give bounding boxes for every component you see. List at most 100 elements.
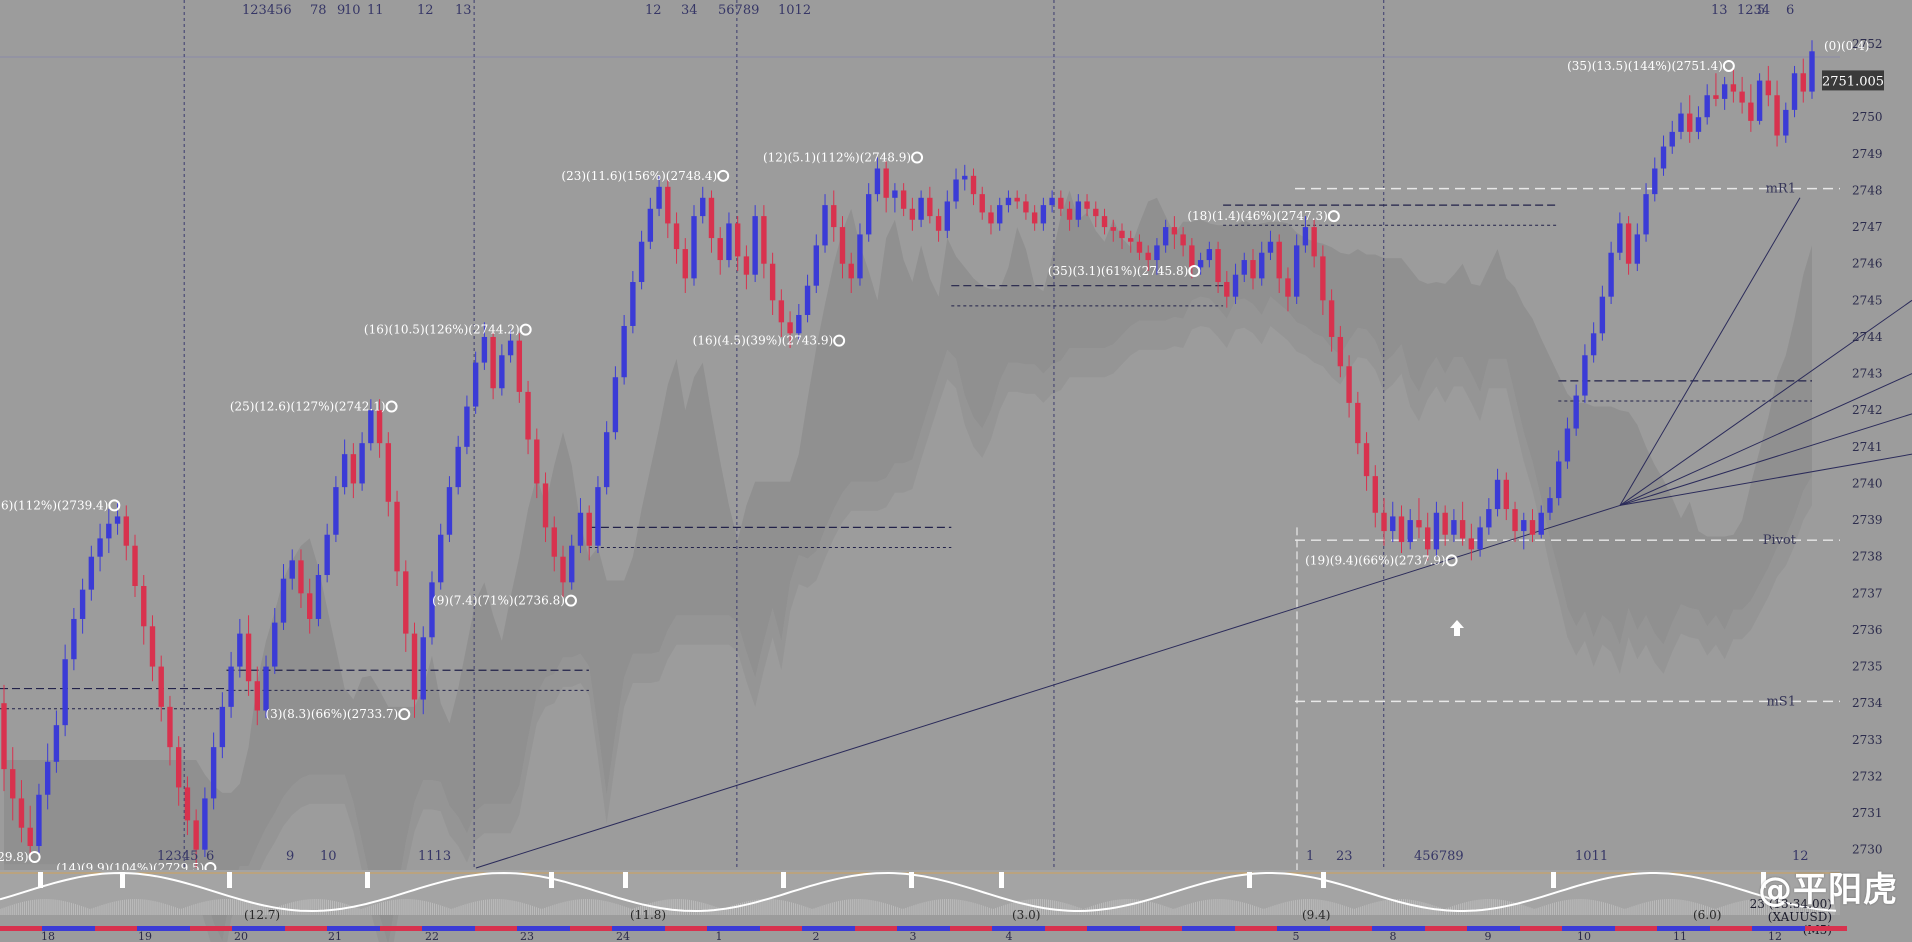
session-bar-segment: [855, 926, 897, 931]
candle-bear: [848, 263, 854, 279]
price-chart[interactable]: mR1PivotmS1 (9.6)(112%)(2739.4)729.8)(14…: [0, 0, 1912, 942]
candle-bear: [1765, 80, 1772, 96]
candle-bull: [97, 538, 103, 557]
candle-bear: [560, 556, 566, 583]
candle-bull: [1302, 227, 1309, 246]
candle-bull: [1232, 274, 1239, 297]
candle-bull: [446, 487, 453, 535]
candle-bear: [1145, 252, 1151, 261]
time-label: 4: [1006, 930, 1013, 942]
bottom-count: 9: [286, 849, 294, 864]
price-tick: 2738: [1852, 550, 1883, 564]
top-count: 78: [310, 3, 327, 18]
swing-label: (18)(1.4)(46%)(2747.3): [1187, 209, 1327, 223]
candle-bear: [970, 175, 977, 195]
candle-bear: [1355, 402, 1361, 444]
candle-bull: [202, 798, 208, 850]
session-bar-segment: [475, 926, 517, 931]
candle-bull: [918, 197, 924, 220]
candle-bear: [376, 410, 383, 444]
oscillator-marker: [1247, 872, 1252, 888]
candle-bull: [429, 582, 435, 638]
candle-bull: [595, 487, 601, 546]
cycle-value: (12.7): [244, 908, 280, 922]
price-tick: 2746: [1852, 257, 1883, 271]
oscillator-marker: [909, 872, 914, 888]
time-label: 12: [1768, 930, 1782, 942]
level-label-ms1: mS1: [1766, 694, 1796, 709]
swing-label: (23)(11.6)(156%)(2748.4): [561, 169, 717, 183]
session-bar-segment: [950, 926, 992, 931]
candle-bull: [1809, 51, 1815, 92]
candle-bull: [1162, 227, 1169, 246]
candle-bull: [228, 666, 234, 707]
candle-bear: [1093, 208, 1099, 217]
candle-bull: [1564, 428, 1571, 462]
top-count: 56789: [718, 3, 759, 18]
candle-bull: [1573, 395, 1579, 429]
top-count: 12: [645, 3, 662, 18]
candle-bull: [892, 190, 898, 198]
session-bar-segment: [570, 926, 612, 931]
candle-bear: [883, 168, 889, 198]
swing-marker: [911, 151, 924, 164]
candle-bull: [315, 575, 322, 619]
candle-bull: [114, 516, 121, 524]
cycle-value: (6.0): [1693, 908, 1721, 922]
candle-bear: [900, 190, 907, 209]
candle-bear: [1800, 73, 1806, 92]
candle-bull: [997, 205, 1003, 224]
candle-bear: [184, 787, 191, 821]
symbol-label: (XAUUSD): [1768, 910, 1832, 924]
candle-bull: [341, 454, 348, 488]
top-count: 5: [1757, 3, 1765, 18]
price-tick: 2748: [1852, 183, 1883, 197]
price-tick: 2736: [1852, 623, 1883, 637]
candle-bull: [280, 578, 287, 623]
candle-bull: [656, 186, 662, 209]
swing-label: (16)(4.5)(39%)(2743.9): [693, 334, 833, 348]
price-tick: 2742: [1852, 403, 1883, 417]
candle-bear: [1468, 538, 1475, 550]
candle-bull: [1582, 355, 1588, 396]
candle-bull: [1695, 117, 1702, 132]
time-label: 8: [1390, 930, 1397, 942]
candle-bear: [979, 194, 985, 213]
candle-bear: [1503, 479, 1509, 510]
oscillator-marker: [1321, 872, 1326, 888]
candle-bear: [175, 747, 182, 788]
price-tick: 2749: [1852, 147, 1883, 161]
session-bar-segment: [1330, 926, 1372, 931]
swing-label: (9.6)(112%)(2739.4): [0, 498, 108, 512]
time-label: 11: [1673, 930, 1687, 942]
session-bar-segment: [1235, 926, 1277, 931]
candle-bear: [1442, 512, 1448, 535]
candle-bull: [1669, 131, 1675, 147]
candle-bear: [245, 633, 252, 682]
candle-bear: [149, 626, 156, 667]
candle-bear: [350, 454, 357, 484]
watermark: @平阳虎: [1758, 870, 1898, 910]
candle-bear: [132, 545, 138, 586]
time-label: 3: [910, 930, 917, 942]
candle-bull: [219, 706, 226, 748]
session-bar-segment: [1520, 926, 1562, 931]
candle-bull: [603, 432, 610, 488]
price-tick: 2739: [1852, 513, 1883, 527]
session-bar-segment: [285, 926, 327, 931]
cycle-value: (9.4): [1302, 908, 1330, 922]
chart-window: mR1PivotmS1 (9.6)(112%)(2739.4)729.8)(14…: [0, 0, 1912, 942]
oscillator-readout: (0)(0.4): [1824, 39, 1869, 53]
candle-bear: [1180, 234, 1186, 246]
candle-bear: [743, 256, 750, 275]
cycle-value: (11.8): [630, 908, 666, 922]
candle-bear: [673, 223, 680, 250]
ichimoku-cloud: [4, 190, 1812, 942]
session-bar-segment: [1425, 926, 1467, 931]
candle-bull: [1652, 168, 1658, 195]
candle-bear: [1110, 227, 1116, 231]
candle-bull: [1660, 146, 1667, 169]
swing-label: (19)(9.4)(66%)(2737.9): [1305, 553, 1445, 567]
session-bar-segment: [0, 926, 42, 931]
candle-bull: [1486, 509, 1492, 528]
